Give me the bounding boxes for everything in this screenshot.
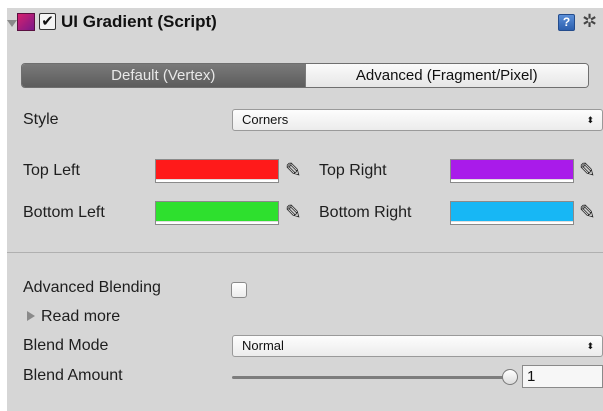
tab-advanced-fragment[interactable]: Advanced (Fragment/Pixel): [304, 64, 588, 87]
bottom-right-alpha-bar: [451, 221, 573, 224]
read-more-foldout[interactable]: Read more: [27, 307, 120, 327]
help-icon[interactable]: ?: [558, 14, 575, 31]
blend-mode-dropdown-value: Normal: [242, 338, 284, 353]
style-dropdown[interactable]: Corners ⬍: [232, 109, 603, 131]
bottom-left-color-field[interactable]: [155, 201, 279, 225]
top-right-alpha-bar: [451, 179, 573, 182]
style-label: Style: [23, 111, 59, 128]
bottom-left-color-swatch: [156, 202, 278, 221]
bottom-left-label: Bottom Left: [23, 204, 105, 221]
top-right-color-field[interactable]: [450, 159, 574, 183]
top-right-color-swatch: [451, 160, 573, 179]
section-divider: [7, 252, 603, 253]
top-left-label: Top Left: [23, 162, 80, 179]
tab-default-vertex[interactable]: Default (Vertex): [22, 64, 305, 87]
component-title: UI Gradient (Script): [61, 12, 217, 31]
eyedropper-icon[interactable]: ✎: [579, 159, 596, 183]
blend-amount-label: Blend Amount: [23, 367, 123, 384]
bottom-left-alpha-bar: [156, 221, 278, 224]
mode-tabs: Default (Vertex) Advanced (Fragment/Pixe…: [21, 63, 589, 88]
foldout-triangle-icon: [27, 310, 35, 321]
dropdown-arrows-icon: ⬍: [586, 341, 594, 351]
component-enabled-checkbox[interactable]: ✔: [39, 13, 56, 30]
advanced-blending-checkbox[interactable]: [231, 282, 247, 298]
blend-amount-slider-thumb[interactable]: [502, 369, 518, 385]
advanced-blending-label: Advanced Blending: [23, 279, 161, 296]
component-header[interactable]: ✔ UI Gradient (Script) ? ✲: [7, 8, 603, 38]
top-left-alpha-bar: [156, 179, 278, 182]
gradient-component-icon: [17, 13, 35, 31]
blend-amount-input[interactable]: 1: [522, 365, 603, 388]
foldout-arrow-icon[interactable]: [7, 20, 17, 27]
bottom-right-label: Bottom Right: [319, 204, 412, 221]
read-more-label: Read more: [41, 308, 121, 325]
blend-mode-label: Blend Mode: [23, 337, 109, 354]
gear-icon[interactable]: ✲: [582, 10, 597, 32]
blend-amount-slider-track[interactable]: [232, 376, 510, 379]
inspector-panel: ✔ UI Gradient (Script) ? ✲ Default (Vert…: [7, 8, 603, 411]
style-dropdown-value: Corners: [242, 112, 289, 127]
blend-mode-dropdown[interactable]: Normal ⬍: [232, 335, 603, 357]
checkmark-icon: ✔: [41, 13, 54, 30]
dropdown-arrows-icon: ⬍: [586, 115, 594, 125]
top-left-color-swatch: [156, 160, 278, 179]
bottom-right-color-field[interactable]: [450, 201, 574, 225]
top-right-label: Top Right: [319, 162, 387, 179]
eyedropper-icon[interactable]: ✎: [285, 159, 302, 183]
top-left-color-field[interactable]: [155, 159, 279, 183]
bottom-right-color-swatch: [451, 202, 573, 221]
eyedropper-icon[interactable]: ✎: [285, 201, 302, 225]
eyedropper-icon[interactable]: ✎: [579, 201, 596, 225]
